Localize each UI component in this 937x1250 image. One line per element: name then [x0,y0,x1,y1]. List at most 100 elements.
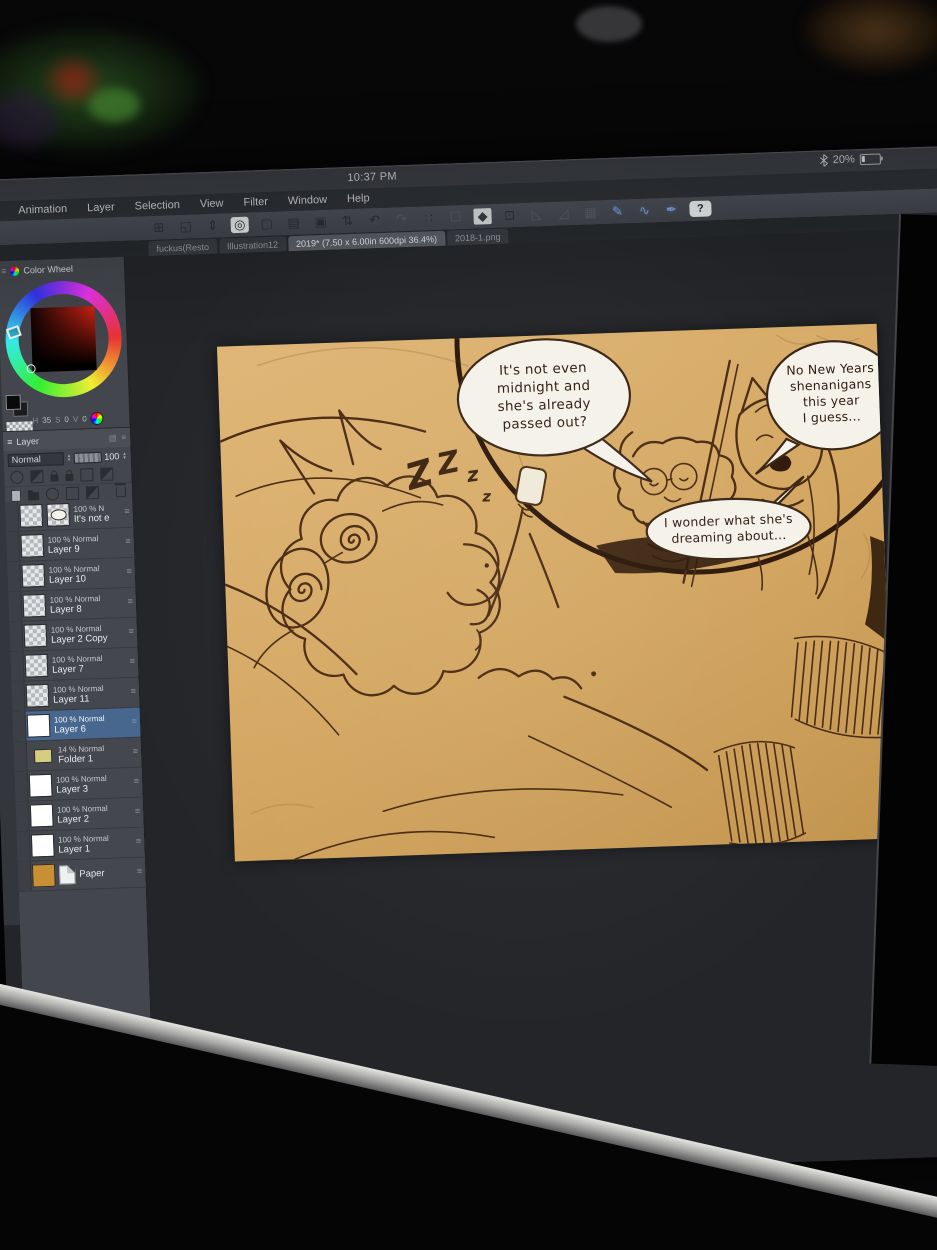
sleep-z4: z [481,487,492,505]
bubble2-line2: shenanigans [790,376,872,394]
snap-icon[interactable]: ∷ [419,210,438,227]
ref-icon[interactable] [80,468,94,482]
hsv-readout: H 35 S 0 V 0 [32,411,104,427]
artwork-drawing: Z Z z z It's not even midnight and she's… [219,323,895,861]
clip-icon[interactable] [10,470,24,485]
layer-panel-grip-icon[interactable]: ≡ [121,433,126,442]
layer-panel-option-icon[interactable]: ▤ [109,433,117,442]
lock-icon[interactable] [50,474,59,482]
rotate-canvas-icon[interactable]: ◱ [176,218,195,235]
ambient-blob-green-bright [88,88,140,122]
saturation-value-square[interactable] [30,306,97,373]
paper-color-swatch [31,863,56,888]
folder-icon [33,748,53,763]
layer-row-2[interactable]: 100 % Normal Layer 2 ≡ [15,797,144,833]
bubble2-line4: I guess... [802,408,861,425]
menu-item-help[interactable]: Help [347,192,370,205]
new-layer-icon[interactable] [10,489,22,502]
shade-icon[interactable]: ◿ [554,205,573,222]
artwork-canvas[interactable]: Z Z z z It's not even midnight and she's… [216,323,895,862]
merge-icon[interactable] [85,485,100,500]
layer-row-its-not-e[interactable]: 100 % N It's not e ≡ [5,497,134,533]
bluetooth-icon[interactable] [819,154,829,167]
foreground-swatch[interactable] [5,394,22,411]
foreground-background-swatches[interactable] [5,394,29,417]
blend-stepper[interactable]: ▲ ▼ [67,453,72,462]
lock-transparent-icon[interactable] [65,473,74,482]
menu-item-view[interactable]: View [200,197,224,210]
help-icon[interactable]: ? [689,200,712,218]
color-wheel-panel: ≡ Color Wheel H 35 S 0 V 0 [0,256,130,433]
color-mode-icon[interactable] [90,411,104,426]
eraser-icon[interactable]: ◆ [473,208,492,225]
save-file-icon[interactable]: ▣ [311,214,330,231]
opacity-value: 100 [104,451,120,462]
tone-icon[interactable] [30,469,44,484]
undo-icon[interactable]: ↶ [365,212,384,229]
layer-row-8[interactable]: 100 % Normal Layer 8 ≡ [8,587,137,623]
layer-row-9[interactable]: 100 % Normal Layer 9 ≡ [6,527,135,563]
select-area-icon[interactable]: ☐ [446,209,465,226]
apply-icon[interactable] [65,486,80,501]
transparent-swatch[interactable] [6,421,33,432]
paper-page-icon [58,865,76,885]
opacity-stepper[interactable]: ▲ ▼ [122,451,127,460]
ambient-blob-brown [806,0,937,70]
hsv-s-value: 0 [64,414,70,425]
bubble2-line3: this year [803,392,861,409]
layer-list: 100 % N It's not e ≡ 100 % Normal Layer 9 … [5,497,146,893]
hsv-s-label: S [54,415,61,425]
layer-row-paper[interactable]: Paper ≡ [17,857,146,893]
battery-icon [859,152,882,165]
sleep-z3: z [464,462,480,488]
layer-panel-menu-icon[interactable]: ≡ [7,436,13,446]
sleep-z2: Z [433,444,464,483]
draft-icon[interactable] [100,467,114,481]
opacity-slider[interactable] [74,451,102,464]
curve-icon[interactable]: ∿ [635,202,654,219]
open-file-icon[interactable]: ▤ [284,215,303,232]
workspace-grid-icon[interactable]: ⊞ [150,219,169,236]
menu-item-selection[interactable]: Selection [134,199,180,213]
zoom-stepper-icon[interactable]: ⇕ [203,218,222,235]
bubble1-line4: passed out? [502,414,587,433]
transform-icon[interactable]: ⊡ [500,207,519,224]
panel-collapse-icon[interactable]: ≡ [1,266,7,276]
bubble1-line2: midnight and [497,378,591,397]
bubble1-line3: she's already [497,396,591,415]
mask-icon[interactable] [45,487,60,501]
hsv-v-value: 0 [82,414,87,424]
layer-row-3[interactable]: 100 % Normal Layer 3 ≡ [14,767,143,803]
menu-item-layer[interactable]: Layer [87,201,115,214]
layer-row-1[interactable]: 100 % Normal Layer 1 ≡ [16,827,145,863]
gradient-icon[interactable]: ◺ [527,206,546,223]
pen-icon[interactable]: ✎ [608,203,627,220]
brush-icon[interactable]: ✒ [662,202,681,219]
menu-item-window[interactable]: Window [288,194,328,207]
mesh-icon[interactable]: ▦ [581,204,600,221]
layer-row-11[interactable]: 100 % Normal Layer 11 ≡ [11,677,140,713]
clock: 10:37 PM [347,170,398,185]
new-file-icon[interactable]: ▢ [257,216,276,233]
layer-row-2-copy[interactable]: 100 % Normal Layer 2 Copy ≡ [9,617,138,653]
delete-layer-icon[interactable] [115,486,127,498]
layer-row-10[interactable]: 100 % Normal Layer 10 ≡ [7,557,136,593]
layer-row-7[interactable]: 100 % Normal Layer 7 ≡ [10,647,139,683]
blend-mode-select[interactable]: Normal [7,451,64,467]
hsv-h-value: 35 [42,415,52,425]
hsv-v-label: V [72,414,79,424]
ambient-blob-gray [576,6,642,42]
color-wheel-icon [10,266,20,276]
layer-row-6-selected[interactable]: 100 % Normal Layer 6 ≡ [12,707,141,743]
menu-item-filter[interactable]: Filter [243,196,268,209]
layer-row-folder-1[interactable]: ▶ 14 % NormalFolder 1 ≡ [13,737,142,773]
battery-percent: 20% [832,153,856,167]
order-icon[interactable]: ⇅ [338,213,357,230]
new-folder-icon[interactable] [27,492,40,501]
navigate-icon[interactable]: ◎ [230,216,249,234]
layer-panel-title: Layer [16,435,40,447]
sv-cursor[interactable] [25,364,36,374]
menu-item-animation[interactable]: Animation [18,203,67,217]
bubble2-line1: No New Years [786,360,874,378]
redo-icon[interactable]: ↷ [392,211,411,228]
